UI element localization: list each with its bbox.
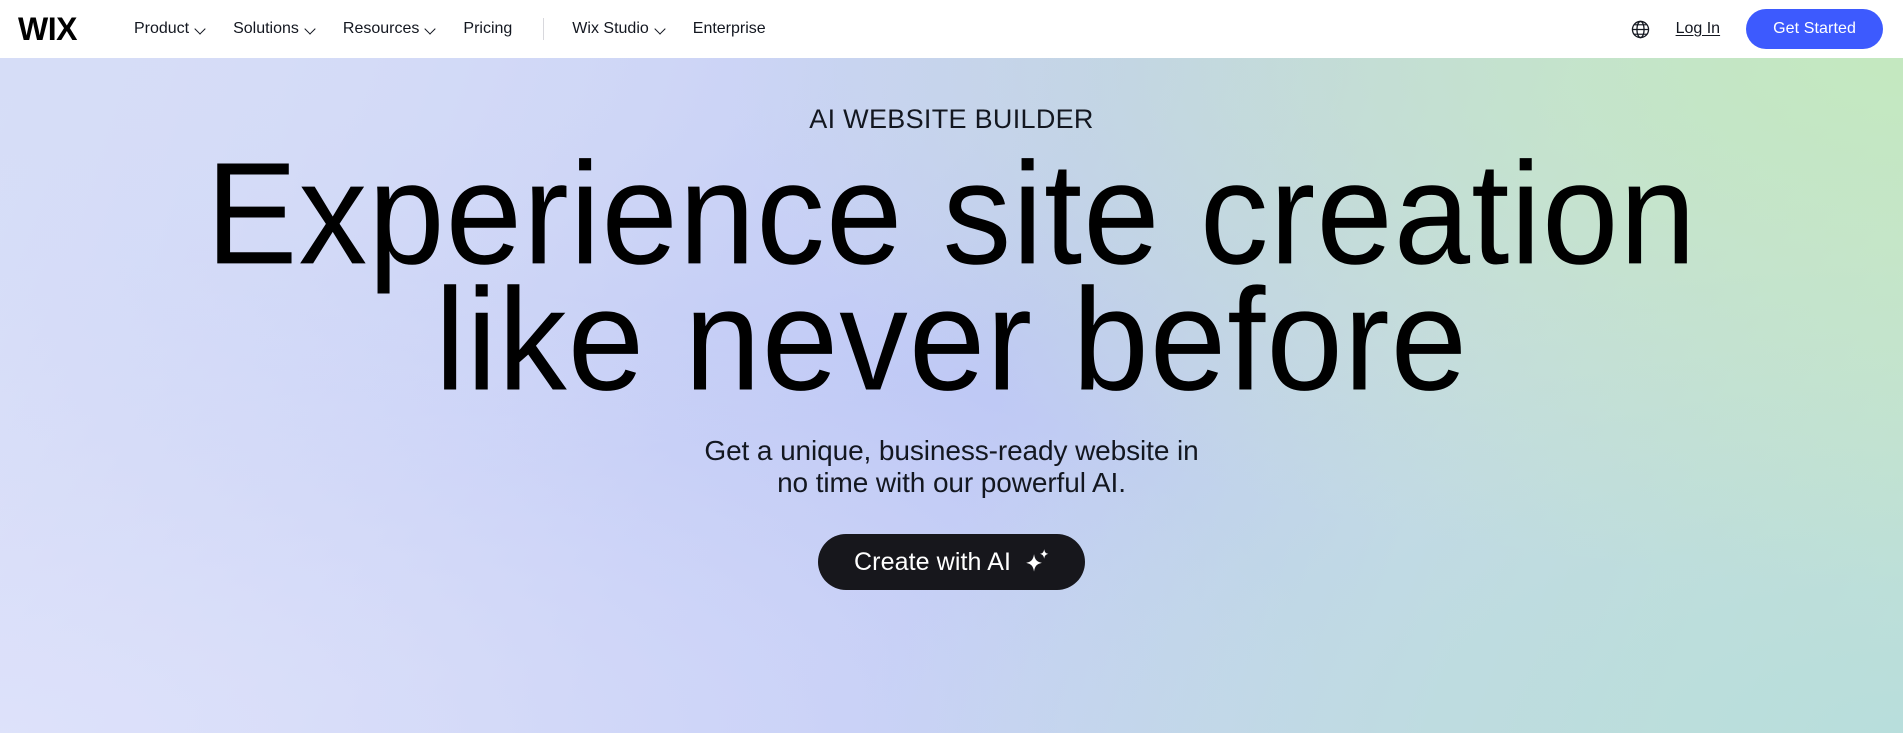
- hero-cta-container: Create with AI: [817, 534, 1086, 591]
- page-root: WIX Product Solutions Resources Pricing …: [0, 0, 1903, 733]
- nav-item-label: Resources: [342, 20, 420, 37]
- hero-subheading: Get a unique, business-ready website in …: [704, 435, 1198, 498]
- get-started-button[interactable]: Get Started: [1746, 9, 1883, 49]
- nav-item-label: Wix Studio: [572, 20, 649, 37]
- log-in-link[interactable]: Log In: [1666, 14, 1730, 44]
- hero-eyebrow: AI WEBSITE BUILDER: [809, 104, 1094, 134]
- header-actions: Log In Get Started: [1624, 9, 1883, 49]
- hero-content: AI WEBSITE BUILDER Experience site creat…: [0, 58, 1903, 591]
- nav-item-resources[interactable]: Resources: [330, 13, 450, 45]
- create-with-ai-button[interactable]: Create with AI: [817, 534, 1086, 591]
- nav-item-product[interactable]: Product: [121, 13, 220, 45]
- wix-logo[interactable]: WIX: [18, 13, 77, 45]
- hero-subheading-line-1: Get a unique, business-ready website in: [704, 435, 1199, 467]
- nav-item-pricing[interactable]: Pricing: [450, 13, 525, 45]
- hero-section: AI WEBSITE BUILDER Experience site creat…: [0, 58, 1903, 733]
- nav-item-label: Enterprise: [692, 20, 766, 37]
- site-header: WIX Product Solutions Resources Pricing …: [0, 0, 1903, 58]
- chevron-down-icon: [306, 24, 317, 35]
- language-selector-button[interactable]: [1624, 12, 1658, 46]
- nav-item-solutions[interactable]: Solutions: [220, 13, 330, 45]
- sparkle-icon: [1023, 547, 1051, 575]
- nav-item-wix-studio[interactable]: Wix Studio: [559, 13, 679, 45]
- hero-headline-line-2: like never before: [434, 259, 1469, 422]
- create-with-ai-label: Create with AI: [853, 547, 1012, 576]
- nav-item-label: Product: [133, 20, 190, 37]
- chevron-down-icon: [426, 24, 437, 35]
- nav-item-label: Pricing: [463, 20, 513, 37]
- chevron-down-icon: [196, 24, 207, 35]
- globe-icon: [1631, 20, 1650, 38]
- chevron-down-icon: [656, 24, 667, 35]
- nav-divider: [543, 18, 545, 40]
- hero-subheading-line-2: no time with our powerful AI.: [777, 466, 1126, 498]
- nav-item-enterprise[interactable]: Enterprise: [680, 13, 779, 45]
- nav-item-label: Solutions: [233, 20, 299, 37]
- main-navigation: Product Solutions Resources Pricing Wix …: [121, 13, 779, 45]
- hero-headline: Experience site creation like never befo…: [0, 141, 1903, 422]
